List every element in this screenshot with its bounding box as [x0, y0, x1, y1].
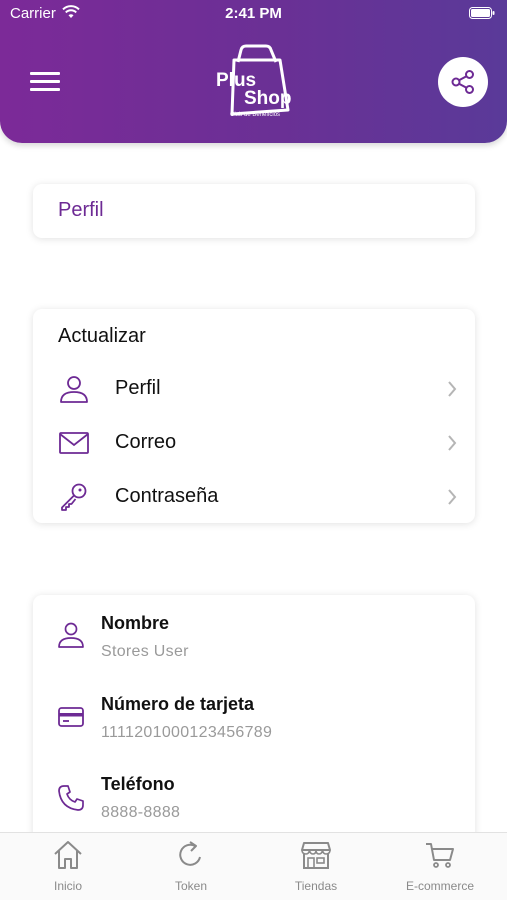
card-number-field: Número de tarjeta 1111201000123456789 — [33, 694, 475, 764]
logo-word-shop: Shop — [244, 88, 292, 109]
hamburger-line — [30, 80, 60, 83]
name-field: Nombre Stores User — [33, 613, 475, 683]
user-info-card: Nombre Stores User Número de tarjeta 111… — [33, 595, 475, 855]
card-number-label: Número de tarjeta — [101, 694, 255, 714]
hamburger-line — [30, 88, 60, 91]
clock: 2:41 PM — [225, 5, 282, 22]
phone-icon — [58, 785, 84, 811]
card-icon — [58, 707, 84, 727]
update-profile-label: Perfil — [115, 377, 161, 399]
update-card: Actualizar Perfil Correo Contraseña — [33, 309, 475, 523]
store-icon — [301, 842, 331, 869]
key-icon — [61, 483, 87, 511]
cart-icon — [426, 843, 454, 868]
phone-label: Teléfono — [101, 774, 175, 794]
tab-label: E-commerce — [405, 879, 474, 893]
app-header: Carrier 2:41 PM Plus Shop Club de Benefi… — [0, 0, 507, 143]
tab-token[interactable]: Token — [128, 833, 254, 900]
tab-e-commerce[interactable]: E-commerce — [377, 833, 503, 900]
battery-icon — [469, 7, 495, 19]
tab-label: Inicio — [53, 879, 82, 893]
chevron-right-icon — [448, 435, 457, 451]
chevron-right-icon — [448, 489, 457, 505]
tab-inicio[interactable]: Inicio — [5, 833, 131, 900]
plus-shop-logo: Plus Shop Club de Beneficios — [216, 44, 292, 118]
update-password-row[interactable]: Contraseña — [33, 472, 475, 522]
share-button[interactable] — [438, 57, 488, 107]
tab-tiendas[interactable]: Tiendas — [253, 833, 379, 900]
update-email-label: Correo — [115, 431, 177, 453]
tab-bar: Inicio Token Tiendas E-commerce — [0, 832, 507, 900]
card-number-value: 1111201000123456789 — [101, 724, 273, 741]
person-icon — [60, 376, 88, 403]
update-title: Actualizar — [58, 325, 146, 347]
update-email-row[interactable]: Correo — [33, 418, 475, 468]
mail-icon — [59, 432, 89, 454]
name-label: Nombre — [101, 613, 170, 633]
refresh-icon — [179, 841, 201, 866]
perfil-card[interactable]: Perfil — [33, 184, 475, 238]
update-password-label: Contraseña — [115, 485, 219, 507]
person-icon — [58, 622, 84, 648]
tab-label: Token — [174, 879, 208, 893]
name-value: Stores User — [101, 643, 189, 660]
update-profile-row[interactable]: Perfil — [33, 364, 475, 414]
logo-tagline: Club de Beneficios — [230, 112, 280, 118]
status-bar: Carrier 2:41 PM — [0, 0, 507, 28]
share-icon — [451, 70, 474, 94]
home-icon — [54, 841, 82, 869]
perfil-title: Perfil — [58, 199, 104, 221]
hamburger-line — [30, 72, 60, 75]
phone-value: 8888-8888 — [101, 804, 181, 821]
chevron-right-icon — [448, 381, 457, 397]
menu-button[interactable] — [30, 72, 60, 92]
tab-label: Tiendas — [294, 879, 338, 893]
